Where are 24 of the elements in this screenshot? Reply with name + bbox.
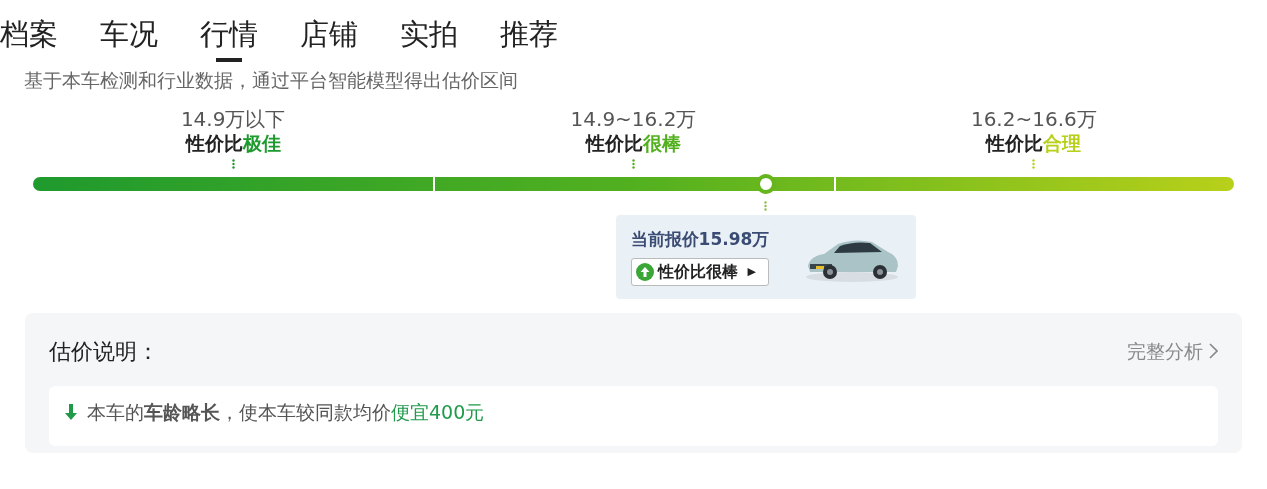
tab[interactable]: 实拍 <box>400 14 458 64</box>
dotted-tick-icon <box>632 158 635 169</box>
rating-button[interactable]: 性价比很棒 ▶ <box>630 258 770 287</box>
price-range: 14.9万以下 <box>180 106 286 131</box>
panel-title: 估价说明： <box>49 337 159 366</box>
dotted-tick-icon <box>231 158 235 169</box>
subtitle: 基于本车检测和行业数据，通过平台智能模型得出估价区间 <box>24 68 519 93</box>
dotted-tick-icon <box>764 200 768 211</box>
tab[interactable]: 推荐 <box>500 14 558 64</box>
price-range: 14.9~16.2万 <box>570 106 697 131</box>
price-range: 16.2~16.6万 <box>970 106 1097 131</box>
tab[interactable]: 车况 <box>100 14 158 64</box>
explanation-text: 本车的车龄略长，使本车较同款均价便宜400元 <box>87 399 485 425</box>
chevron-right-icon <box>1209 343 1218 359</box>
dotted-tick-icon <box>1032 158 1036 169</box>
value-rating: 性价比极佳 <box>185 130 281 155</box>
tab[interactable]: 档案 <box>0 14 58 64</box>
tab[interactable]: 店铺 <box>300 14 358 64</box>
down-arrow-icon <box>65 403 77 420</box>
active-tab-indicator <box>216 58 242 62</box>
tab[interactable]: 行情 <box>200 14 258 64</box>
value-rating: 性价比合理 <box>986 130 1082 155</box>
value-rating: 性价比很棒 <box>586 130 681 155</box>
current-price: 当前报价15.98万 <box>630 227 770 251</box>
